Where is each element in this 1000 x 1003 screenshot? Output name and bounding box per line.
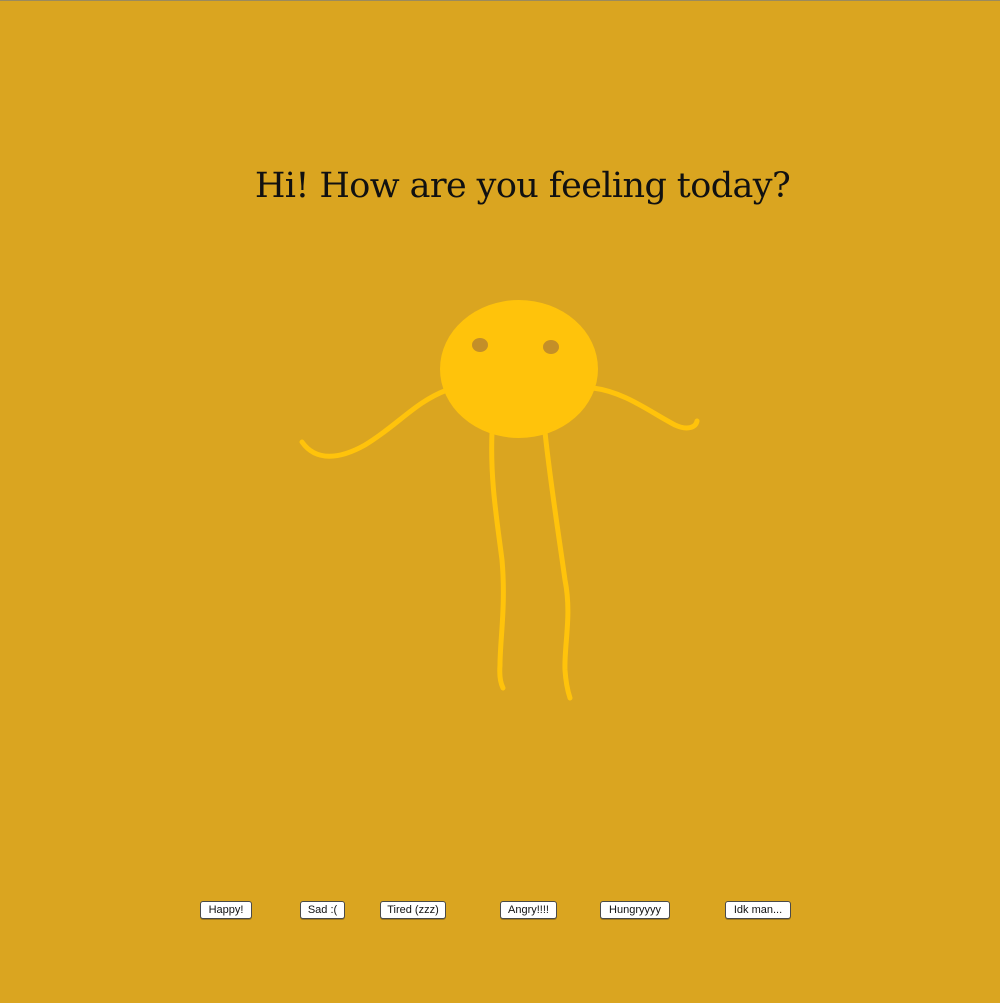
right-leg <box>542 429 573 701</box>
character-legs <box>489 429 573 701</box>
sad-button[interactable]: Sad :( <box>300 901 345 919</box>
page-title: Hi! How are you feeling today? <box>254 166 791 206</box>
happy-button[interactable]: Happy! <box>200 901 252 919</box>
character-arms <box>299 385 700 459</box>
yellow-character <box>299 300 700 701</box>
right-eye <box>543 340 559 354</box>
left-eye <box>472 338 488 352</box>
left-leg <box>489 429 506 691</box>
character-head <box>440 300 598 438</box>
right-arm <box>590 385 700 431</box>
window-top-edge <box>0 0 1000 1</box>
left-arm <box>299 387 450 459</box>
idk-button[interactable]: Idk man... <box>725 901 791 919</box>
angry-button[interactable]: Angry!!!! <box>500 901 557 919</box>
tired-button[interactable]: Tired (zzz) <box>380 901 446 919</box>
hungry-button[interactable]: Hungryyyy <box>600 901 670 919</box>
